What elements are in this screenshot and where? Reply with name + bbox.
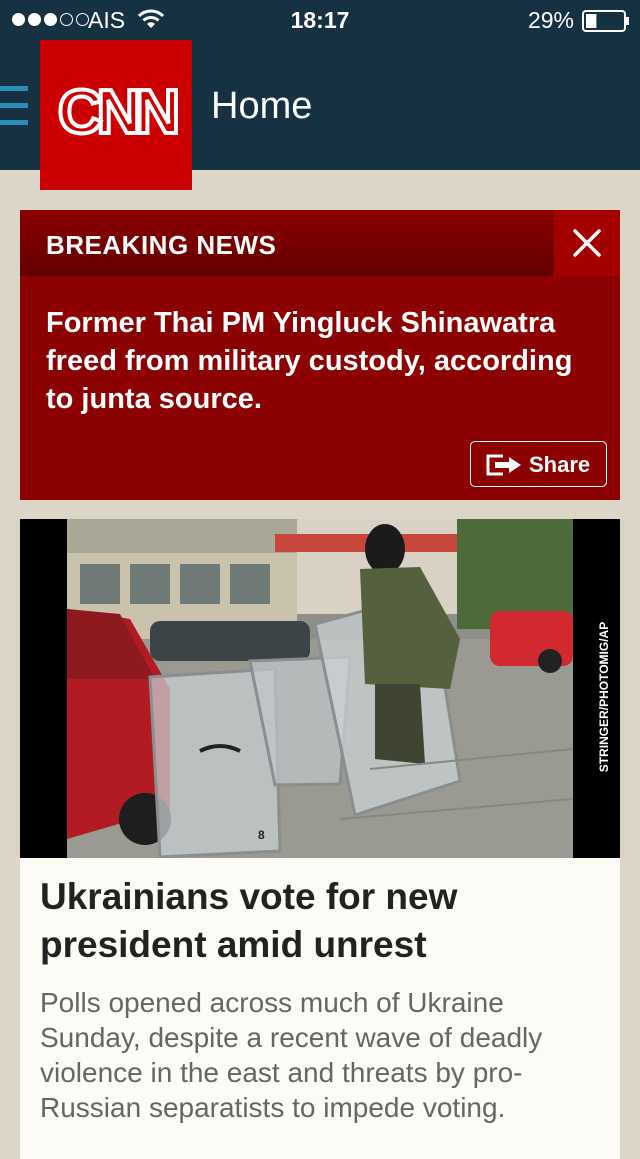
close-icon: [573, 229, 601, 257]
menu-button[interactable]: [0, 86, 28, 126]
share-label: Share: [529, 452, 591, 477]
breaking-news-text[interactable]: Former Thai PM Yingluck Shinawatra freed…: [46, 304, 596, 418]
breaking-news-header: BREAKING NEWS: [20, 210, 554, 276]
breaking-news-label: BREAKING NEWS: [46, 230, 277, 260]
logo-text: CNN: [58, 78, 177, 147]
share-button[interactable]: Share: [470, 441, 607, 487]
story-image: 8: [20, 519, 620, 858]
story-summary: Polls opened across much of Ukraine Sund…: [40, 987, 543, 1123]
cnn-logo[interactable]: CNN: [40, 40, 192, 190]
battery-icon: [582, 10, 630, 32]
close-button[interactable]: [554, 210, 620, 276]
battery-percent: 29%: [527, 7, 574, 33]
status-bar: AIS 18:17 29%: [0, 0, 640, 40]
photo-credit: STRINGER/PHOTOMIG/AP: [597, 621, 611, 773]
story-headline[interactable]: Ukrainians vote for new president amid u…: [40, 873, 600, 969]
breaking-news-banner: BREAKING NEWS Former Thai PM Yingluck Sh…: [20, 210, 620, 500]
story-card: 8 STRINGER/PHOTOMIG/AP Ukrainians vote f…: [20, 519, 620, 1159]
page-title: Home: [211, 85, 313, 127]
share-arrow-icon: [486, 454, 521, 476]
story-photo[interactable]: 8 STRINGER/PHOTOMIG/AP: [20, 519, 620, 858]
svg-text:8: 8: [258, 828, 265, 842]
